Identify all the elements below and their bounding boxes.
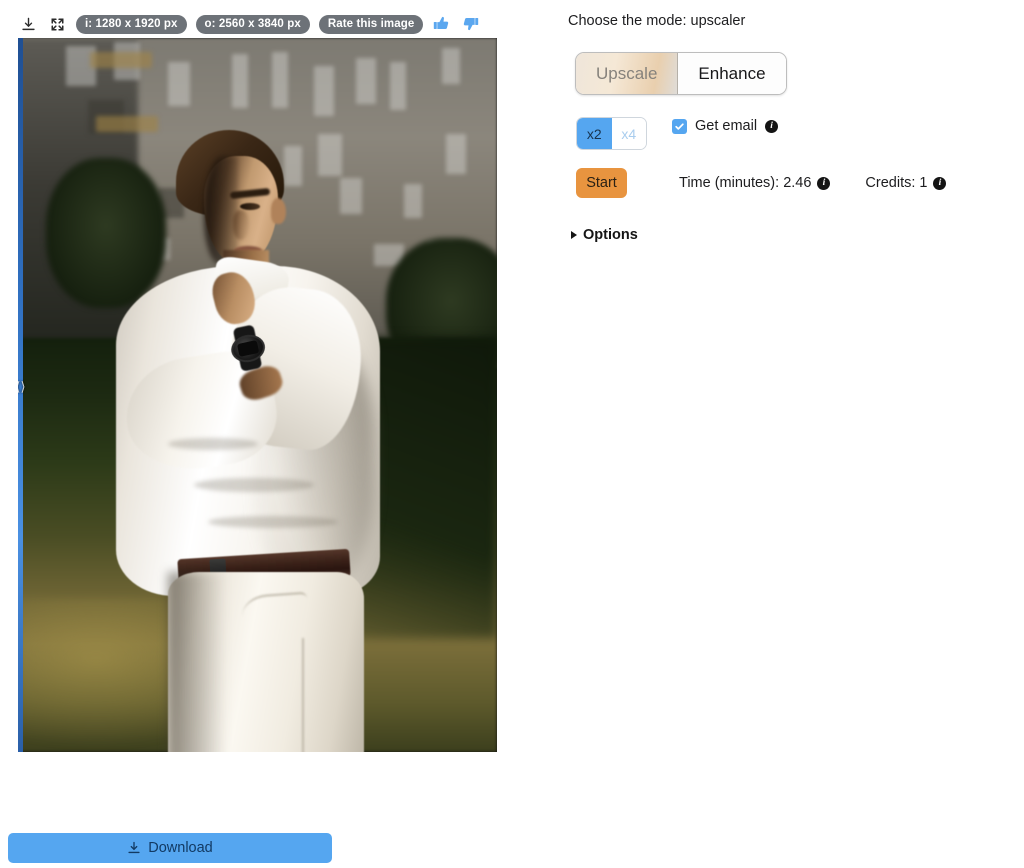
time-estimate-label: Time (minutes): 2.46 bbox=[679, 175, 811, 191]
image-preview-pane: i: 1280 x 1920 px o: 2560 x 3840 px Rate… bbox=[0, 0, 520, 868]
download-button[interactable]: Download bbox=[8, 833, 332, 863]
download-icon[interactable] bbox=[18, 14, 38, 34]
action-row: Start Time (minutes): 2.46 i Credits: 1 … bbox=[576, 168, 946, 198]
subject-figure bbox=[18, 38, 497, 752]
scale-toggle-group: x2 x4 bbox=[576, 117, 647, 150]
subject-face-shadow bbox=[204, 156, 238, 264]
credits-cost: Credits: 1 i bbox=[865, 175, 946, 191]
options-disclosure[interactable]: Options bbox=[571, 227, 638, 243]
subject-nose bbox=[233, 210, 249, 240]
time-info-icon[interactable]: i bbox=[817, 177, 830, 190]
output-size-badge[interactable]: o: 2560 x 3840 px bbox=[196, 15, 310, 34]
scale-option-x4[interactable]: x4 bbox=[612, 118, 647, 149]
credits-info-icon[interactable]: i bbox=[933, 177, 946, 190]
download-button-label: Download bbox=[148, 840, 213, 856]
triangle-right-icon bbox=[571, 231, 577, 239]
start-button[interactable]: Start bbox=[576, 168, 627, 198]
get-email-info-icon[interactable]: i bbox=[765, 120, 778, 133]
get-email-row: Get email i bbox=[672, 118, 778, 134]
credits-cost-label: Credits: 1 bbox=[865, 175, 927, 191]
time-estimate: Time (minutes): 2.46 i bbox=[679, 175, 830, 191]
comparison-slider-handle[interactable]: ⟨⟩ bbox=[18, 374, 26, 400]
preview-image[interactable]: ⟨⟩ bbox=[18, 38, 497, 752]
trousers-shadow bbox=[168, 572, 226, 752]
image-toolbar: i: 1280 x 1920 px o: 2560 x 3840 px Rate… bbox=[18, 12, 481, 36]
mode-option-upscale[interactable]: Upscale bbox=[576, 53, 678, 94]
subject-eye bbox=[240, 203, 260, 210]
rate-this-image-button[interactable]: Rate this image bbox=[319, 15, 424, 34]
download-icon bbox=[127, 841, 141, 855]
subject-ear bbox=[271, 198, 286, 224]
mode-toggle-group: Upscale Enhance bbox=[575, 52, 787, 95]
thumbs-down-icon[interactable] bbox=[461, 14, 481, 34]
mode-heading: Choose the mode: upscaler bbox=[568, 13, 745, 29]
app-root: i: 1280 x 1920 px o: 2560 x 3840 px Rate… bbox=[0, 0, 1024, 868]
input-size-badge[interactable]: i: 1280 x 1920 px bbox=[76, 15, 187, 34]
fullscreen-expand-icon[interactable] bbox=[47, 14, 67, 34]
subject-trouser-seam bbox=[302, 638, 304, 752]
photo-canvas: ⟨⟩ bbox=[18, 38, 497, 752]
thumbs-up-icon[interactable] bbox=[432, 14, 452, 34]
get-email-label: Get email bbox=[695, 118, 757, 134]
options-label: Options bbox=[583, 227, 638, 243]
get-email-checkbox[interactable] bbox=[672, 119, 687, 134]
mode-option-enhance[interactable]: Enhance bbox=[678, 53, 785, 94]
scale-option-x2[interactable]: x2 bbox=[577, 118, 612, 149]
